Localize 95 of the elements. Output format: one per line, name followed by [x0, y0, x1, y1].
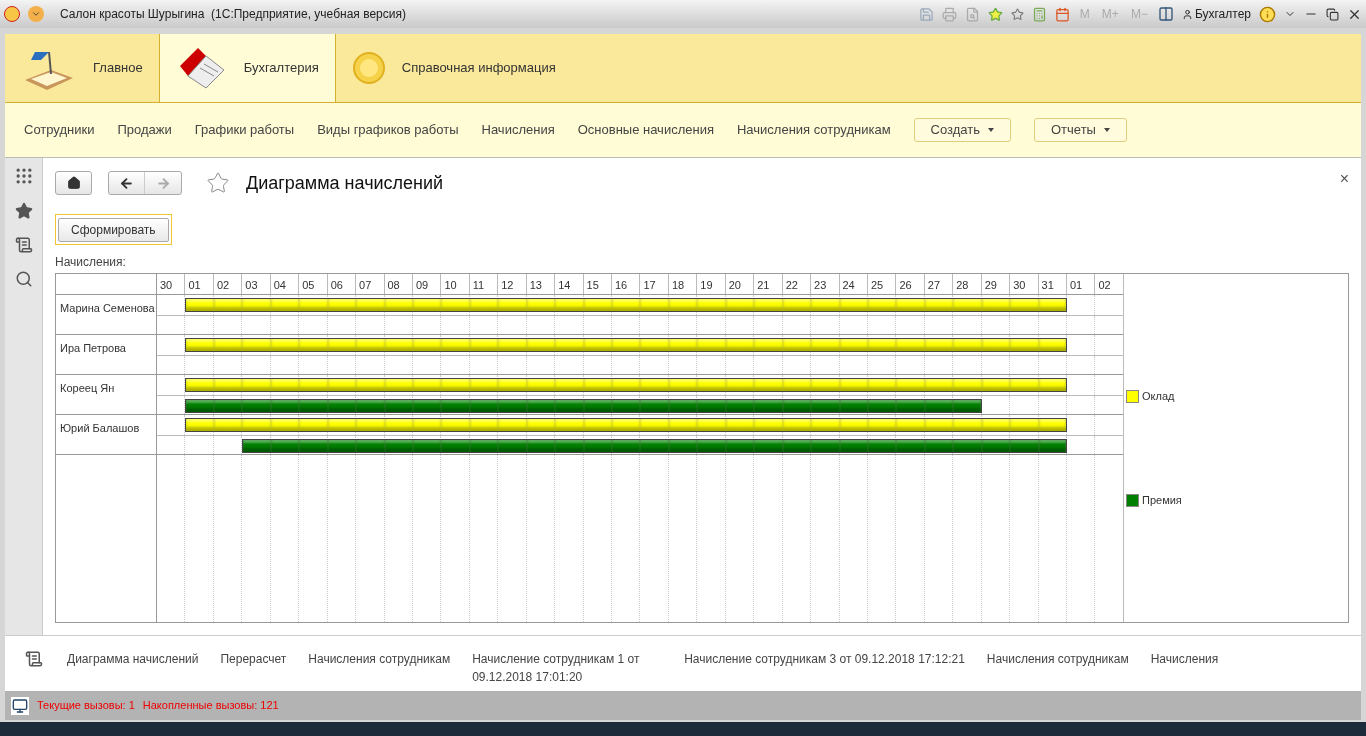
day-label: 24 [839, 274, 868, 294]
back-icon [119, 175, 134, 191]
section-tab[interactable]: Справочная информация [335, 34, 572, 102]
employee-name: Ира Петрова [56, 335, 157, 374]
forward-icon [155, 175, 171, 191]
accumulated-calls: Накопленные вызовы: 121 [142, 698, 279, 714]
close-button[interactable]: × [1339, 167, 1349, 191]
day-label: 09 [412, 274, 442, 294]
day-label: 03 [242, 274, 271, 294]
nav-link[interactable]: Виды графиков работы [317, 120, 459, 140]
user-icon [1181, 8, 1193, 20]
nav-link[interactable]: Начисления [481, 120, 555, 140]
employee-name: Юрий Балашов [56, 415, 157, 454]
history-link[interactable]: Начисления [1150, 650, 1219, 668]
day-label: 12 [498, 274, 527, 294]
panels-icon[interactable] [1157, 6, 1174, 22]
preview-icon[interactable] [964, 6, 980, 22]
home-button[interactable] [55, 171, 92, 195]
day-label: 04 [270, 274, 300, 294]
day-label: 18 [668, 274, 698, 294]
day-label: 20 [725, 274, 755, 294]
nav-link[interactable]: Начисления сотрудникам [736, 120, 891, 140]
history-link[interactable]: Начисления сотрудникам [308, 650, 451, 668]
day-label: 05 [299, 274, 328, 294]
history-link[interactable]: Начисление сотрудникам 1 от 09.12.2018 17:01:20 [472, 650, 663, 686]
day-label: 15 [583, 274, 612, 294]
day-label: 06 [327, 274, 357, 294]
legend-label: Оклад [1142, 388, 1175, 404]
nav-link[interactable]: Сотрудники [24, 120, 95, 140]
legend-label: Премия [1142, 492, 1182, 508]
user-name[interactable]: Бухгалтер [1181, 5, 1251, 23]
chart-label: Начисления: [55, 254, 127, 271]
day-label: 01 [1067, 274, 1096, 294]
day-label: 08 [384, 274, 413, 294]
day-label: 28 [953, 274, 982, 294]
caret-icon [1103, 128, 1110, 132]
search-icon[interactable] [14, 270, 33, 288]
day-label: 11 [469, 274, 499, 294]
day-label: 13 [526, 274, 556, 294]
nav-link[interactable]: Основные начисления [577, 120, 714, 140]
logo-icon [4, 6, 20, 22]
nav-link[interactable]: Графики работы [194, 120, 295, 140]
computer-icon[interactable] [11, 696, 29, 715]
day-label: 30 [1010, 274, 1039, 294]
day-label: 10 [441, 274, 470, 294]
day-label: 14 [555, 274, 584, 294]
calendar-icon[interactable] [1054, 6, 1070, 22]
day-label: 16 [612, 274, 641, 294]
home-icon [66, 176, 81, 190]
day-label: 22 [782, 274, 812, 294]
day-label: 19 [697, 274, 726, 294]
window-title: Салон красоты Шурыгина (1С:Предприятие, учебная версия) [60, 6, 406, 23]
printer-icon[interactable] [941, 6, 957, 22]
restore-icon[interactable] [1326, 7, 1339, 21]
history-icon[interactable] [14, 236, 33, 254]
caret-icon [31, 9, 41, 19]
caret-icon [988, 128, 994, 132]
day-label: 30 [157, 274, 186, 294]
bookmark-star-icon[interactable] [1010, 7, 1024, 21]
section-tab[interactable]: Бухгалтерия [159, 34, 336, 102]
history-icon[interactable] [25, 650, 43, 668]
history-link[interactable]: Диаграмма начислений [67, 650, 199, 668]
day-label: 23 [811, 274, 840, 294]
history-link[interactable]: Перерасчет [220, 650, 287, 668]
menu-button[interactable]: Отчеты [1034, 118, 1127, 142]
user-label: Бухгалтер [1194, 6, 1251, 23]
section-tab[interactable]: Главное [5, 34, 160, 102]
current-calls: Текущие вызовы: 1 [37, 698, 135, 714]
day-label: 26 [896, 274, 925, 294]
employee-name: Марина Семенова [56, 295, 157, 334]
form-title: Диаграмма начислений [246, 171, 444, 195]
star-icon[interactable] [206, 171, 230, 195]
day-label: 31 [1038, 274, 1067, 294]
orb-icon [351, 51, 386, 85]
day-label: 07 [356, 274, 385, 294]
history-link[interactable]: Начисление сотрудникам 3 от 09.12.2018 17:12:21 [684, 650, 965, 668]
menu-button[interactable]: Создать [913, 118, 1011, 142]
day-label: 02 [213, 274, 243, 294]
day-label: 27 [924, 274, 954, 294]
history-link[interactable]: Начисления сотрудникам [986, 650, 1129, 668]
day-label: 01 [185, 274, 214, 294]
day-label: 29 [981, 274, 1011, 294]
day-label: 25 [867, 274, 897, 294]
day-label: 21 [754, 274, 783, 294]
save-icon[interactable] [918, 6, 934, 22]
generate-button[interactable]: Сформировать [58, 218, 169, 242]
info-icon[interactable] [1259, 5, 1276, 23]
day-label: 17 [640, 274, 669, 294]
star-icon[interactable] [14, 202, 33, 220]
menu-button[interactable] [28, 6, 44, 22]
star-icon[interactable] [987, 6, 1003, 22]
employee-name: Кореец Ян [56, 375, 157, 414]
calculator-icon[interactable] [1031, 6, 1047, 22]
nav-link[interactable]: Продажи [117, 120, 172, 140]
day-label: 02 [1097, 278, 1112, 293]
